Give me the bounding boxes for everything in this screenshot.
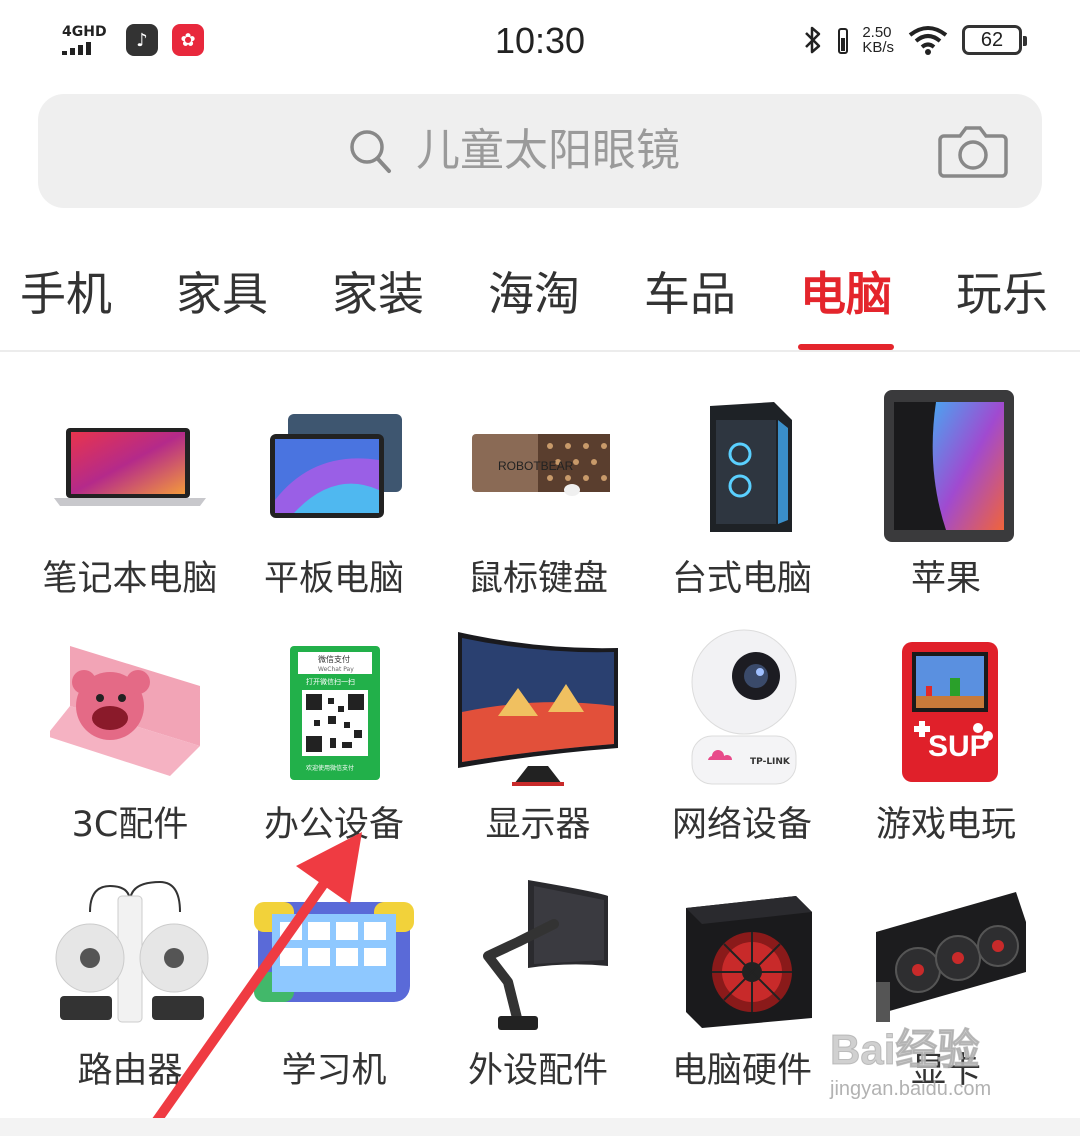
monitor-icon [458,632,618,786]
category-gaming[interactable]: SUP 游戏电玩 [844,626,1048,866]
mousepad-brand: ROBOTBEAR [498,459,574,473]
category-label: 台式电脑 [671,559,812,599]
watermark-text: Bai经验 [829,1026,980,1074]
category-network[interactable]: TP-LINK 网络设备 [640,626,844,866]
category-hardware[interactable]: 电脑硬件 [640,872,844,1112]
monitor-arm-icon [483,880,608,1030]
category-desktop[interactable]: 台式电脑 [640,380,844,620]
qr-stand-instruction: 打开微信扫一扫 [306,677,355,686]
category-learning-machine[interactable]: 学习机 [232,872,436,1112]
category-tablet[interactable]: 平板电脑 [232,380,436,620]
security-camera-icon: TP-LINK [691,629,797,785]
category-monitor[interactable]: 显示器 [436,626,640,866]
power-supply-icon [686,896,812,1028]
battery-icon: 62 [962,25,1027,55]
category-peripherals[interactable]: 外设配件 [436,872,640,1112]
category-label: 网络设备 [671,805,812,845]
search-bar[interactable]: 儿童太阳眼镜 [38,94,1042,208]
category-label: 游戏电玩 [875,805,1016,845]
bluetooth-icon [805,26,821,54]
wifi-antenna-icon [55,880,209,1023]
category-office[interactable]: 微信支付 WeChat Pay 打开微信扫一扫 欢迎使用微信支付 办公设备 [232,626,436,866]
tab-overseas[interactable]: 海淘 [474,264,594,324]
watermark-logo: Bai经验 jingyan.baidu.com [829,1016,1050,1116]
network-speed: 2.50 KB/s [862,25,894,55]
handheld-console-icon: SUP [902,642,998,782]
tab-furniture[interactable]: 家具 [162,264,282,324]
status-right: 2.50 KB/s 62 [802,24,1027,56]
category-label: 鼠标键盘 [467,559,608,599]
tab-car[interactable]: 车品 [630,264,750,324]
category-label: 笔记本电脑 [42,559,218,599]
console-badge: SUP [928,730,990,763]
category-label: 路由器 [77,1051,183,1091]
learning-tablet-icon [254,902,414,1002]
laptop-icon [54,428,206,506]
ipad-icon [884,390,1014,542]
battery-small-icon [838,28,849,54]
search-placeholder: 儿童太阳眼镜 [416,125,680,176]
tab-phone[interactable]: 手机 [6,264,126,324]
search-icon [350,130,391,173]
category-label: 平板电脑 [263,559,404,599]
category-label: 3C配件 [71,805,189,845]
category-label: 学习机 [281,1051,387,1091]
category-label: 外设配件 [467,1051,608,1091]
mouse-pad-icon: ROBOTBEAR [472,434,610,496]
tab-computer[interactable]: 电脑 [786,264,906,324]
category-tabs: 手机 家具 家装 海淘 车品 电脑 玩乐 [0,240,1080,352]
qr-stand-title: 微信支付 [318,654,350,664]
category-laptop[interactable]: 笔记本电脑 [28,380,232,620]
category-label: 显示器 [485,805,591,845]
status-bar: 4GHD ♪ ✿ 10:30 2.50 KB/s 62 [0,0,1080,84]
bottom-divider [0,1118,1080,1136]
qr-payment-stand-icon: 微信支付 WeChat Pay 打开微信扫一扫 欢迎使用微信支付 [290,646,380,780]
category-apple[interactable]: 苹果 [844,380,1048,620]
category-3c-accessories[interactable]: 3C配件 [28,626,232,866]
laptop-skin-icon [50,646,200,776]
desktop-pc-icon [710,402,792,532]
category-label: 办公设备 [263,805,404,845]
speed-unit: KB/s [862,39,894,56]
active-tab-indicator [798,344,894,350]
tablet-icon [270,414,402,518]
category-label: 苹果 [910,559,981,599]
battery-level: 62 [980,28,1004,51]
camera-brand: TP-LINK [750,757,791,767]
category-router[interactable]: 路由器 [28,872,232,1112]
speed-value: 2.50 [862,24,892,41]
watermark-url: jingyan.baidu.com [830,1078,992,1100]
wifi-icon [908,26,948,55]
category-mouse-keyboard[interactable]: ROBOTBEAR 鼠标键盘 [436,380,640,620]
qr-stand-subtitle: WeChat Pay [318,666,354,673]
category-label: 电脑硬件 [671,1051,812,1091]
camera-icon[interactable] [938,120,1008,180]
qr-stand-footer: 欢迎使用微信支付 [306,764,354,772]
tab-home-decor[interactable]: 家装 [318,264,438,324]
tab-entertainment[interactable]: 玩乐 [942,264,1062,324]
